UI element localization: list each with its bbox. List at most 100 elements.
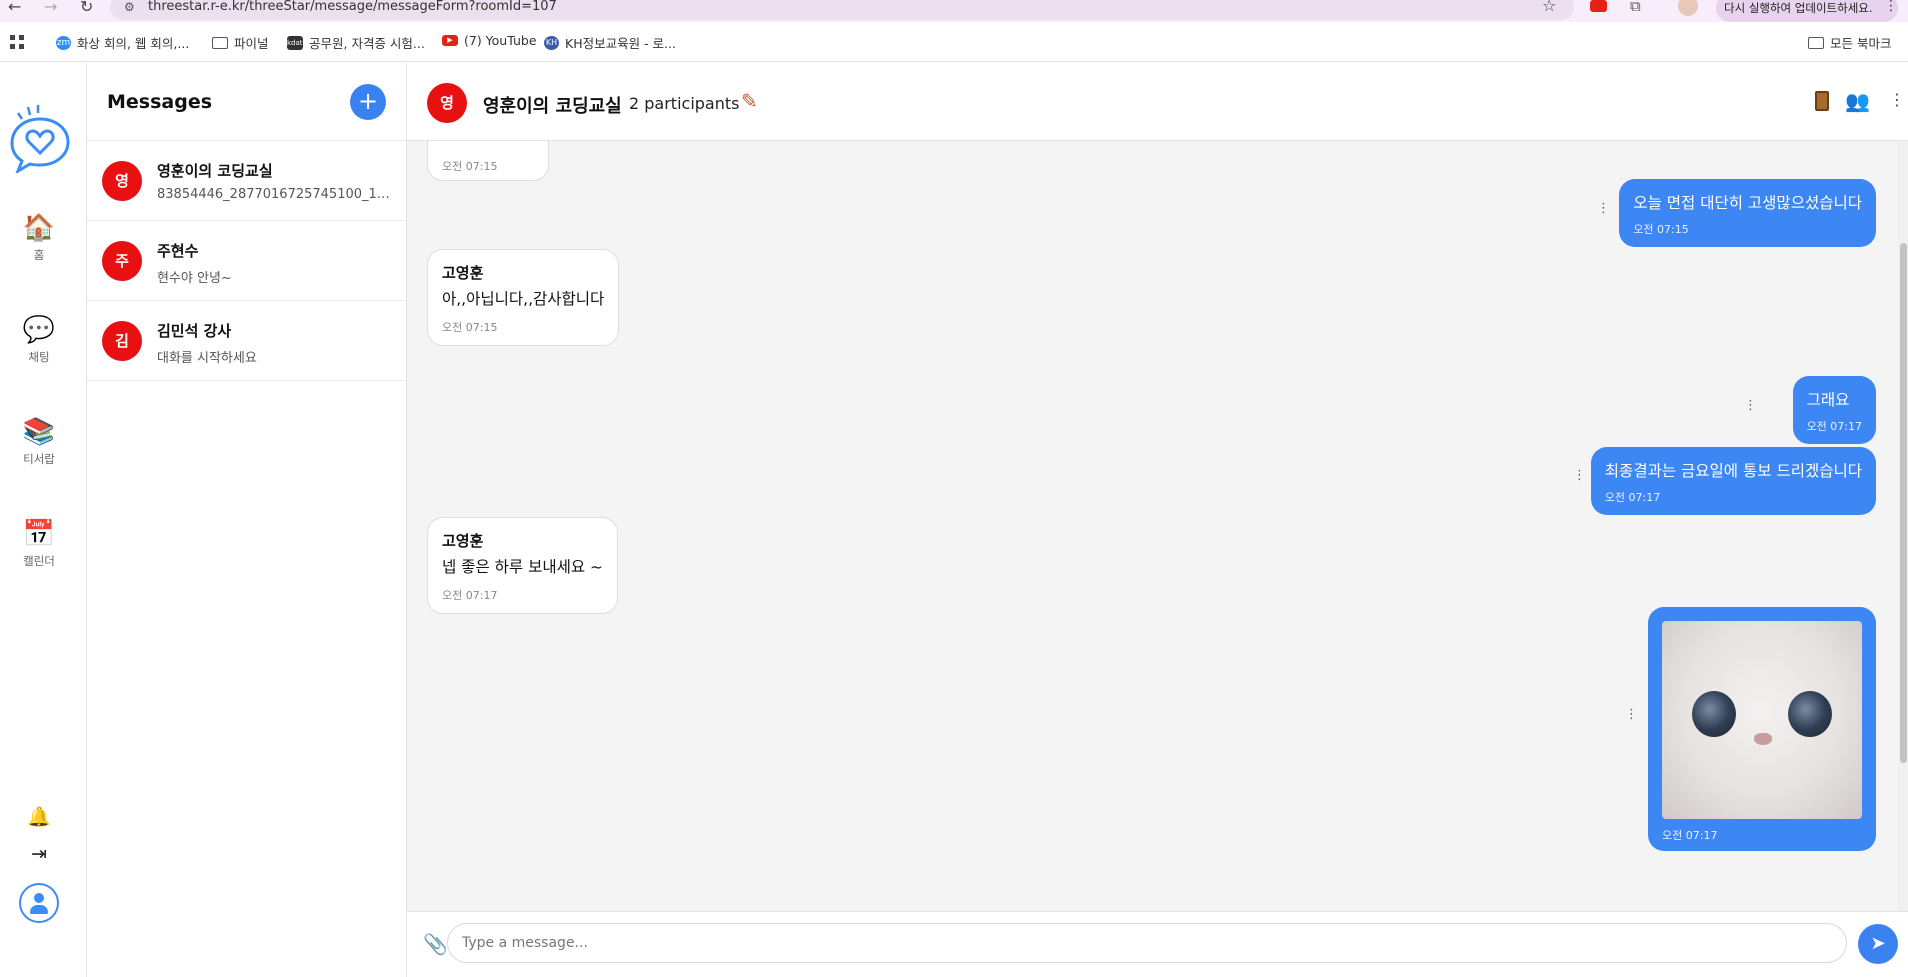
message-composer: 📎 ➤ [407,911,1908,977]
youtube-extension-icon[interactable] [1590,0,1607,12]
kh-icon: KH [544,35,559,50]
conversation-name: 김민석 강사 [157,322,232,340]
conversation-header: Messages + [87,63,407,141]
message-input[interactable] [447,923,1847,963]
rail-item-home[interactable]: 🏠 홈 [0,213,78,263]
message-text: 넵 좋은 하루 보내세요 ~ [442,558,604,576]
message-bubble-outgoing: 최종결과는 금요일에 통보 드리겠습니다 오전 07:17 [1590,447,1876,515]
back-icon[interactable]: ← [8,0,21,15]
message-time: 오전 07:17 [1604,491,1661,504]
message-list[interactable]: 오전 07:15 ⋮ 오늘 면접 대단히 고생많으셨습니다 오전 07:15 고… [407,141,1908,911]
conversation-preview: 현수야 안녕~ [157,271,232,286]
new-conversation-button[interactable]: + [350,84,386,120]
bookmark-folder-final[interactable]: 파이널 [212,33,269,52]
bell-icon[interactable]: 🔔 [0,805,78,828]
bookmark-label: 공무원, 자격증 시험... [309,36,425,51]
message-options-icon[interactable]: ⋮ [1597,201,1610,216]
rail-item-label: 채팅 [28,350,50,364]
leave-room-door-icon[interactable] [1815,91,1829,111]
bookmark-label: (7) YouTube [464,33,537,48]
scrollbar[interactable] [1898,141,1908,911]
rail-item-calendar[interactable]: 📅 캘린더 [0,519,78,569]
message-bubble-incoming: 고영훈 아,,아닙니다,,감사합니다 오전 07:15 [427,249,620,346]
edit-room-name-icon[interactable]: ✎ [741,89,758,113]
message-options-icon[interactable]: ⋮ [1625,707,1638,722]
message-options-icon[interactable]: ⋮ [1744,398,1757,413]
cat-eye-left [1692,691,1736,737]
forward-icon[interactable]: → [44,0,57,15]
participants-count[interactable]: 2 participants [629,94,739,113]
site-settings-icon[interactable]: ⚙ [124,1,135,13]
message-options-icon[interactable]: ⋮ [1573,468,1586,483]
message-time: 오전 07:15 [442,321,498,334]
profile-avatar[interactable] [1678,0,1698,16]
sender-name: 고영훈 [442,264,484,282]
home-icon: 🏠 [22,213,56,243]
apps-grid-icon[interactable] [10,35,24,49]
app-logo-icon[interactable] [4,101,76,173]
rail-item-drawer[interactable]: 📚 티서랍 [0,417,78,467]
message-text: 그래요 [1806,391,1850,409]
conversation-item[interactable]: 영 영훈이의 코딩교실 83854446_2877016725745100_17… [87,141,407,221]
cat-nose [1754,733,1772,745]
bookmark-kdata[interactable]: kdata 공무원, 자격증 시험... [287,33,425,52]
rail-item-label: 캘린더 [23,554,55,568]
chat-header: 영 영훈이의 코딩교실 2 participants ✎ 👥 ⋮ [407,63,1908,141]
bookmark-label: KH정보교육원 - 로... [565,36,676,51]
conversation-item[interactable]: 김 김민석 강사 대화를 시작하세요 [87,301,407,381]
bookmarks-bar: zm 화상 회의, 웹 회의,... 파이널 kdata 공무원, 자격증 시험… [0,22,1908,62]
bookmark-star-icon[interactable]: ☆ [1542,0,1556,14]
message-bubble-outgoing: 오늘 면접 대단히 고생많으셨습니다 오전 07:15 [1619,179,1876,247]
bookmark-label: 화상 회의, 웹 회의,... [77,36,190,51]
logout-icon[interactable]: ⇥ [0,843,78,865]
message-bubble-image: 오전 07:17 [1648,607,1876,851]
books-icon: 📚 [22,417,56,447]
chat-room-title: 영훈이의 코딩교실 [483,96,622,117]
kitten-photo[interactable] [1662,621,1862,819]
rail-item-label: 홈 [33,248,45,262]
avatar: 김 [102,321,142,361]
extensions-icon[interactable]: ⧉ [1630,0,1641,14]
message-time: 오전 07:15 [442,160,498,173]
sender-name: 고영훈 [442,532,484,550]
browser-menu-icon[interactable]: ⋮ [1884,0,1898,13]
url-text[interactable]: threestar.r-e.kr/threeStar/message/messa… [148,0,557,14]
user-profile-icon[interactable] [19,883,59,923]
bookmark-kh[interactable]: KH KH정보교육원 - 로... [544,33,676,52]
avatar: 영 [102,161,142,201]
message-text: 아,,아닙니다,,감사합니다 [442,290,605,308]
conversation-name: 주현수 [157,242,199,260]
bookmark-youtube[interactable]: ▶ (7) YouTube [442,33,537,48]
zoom-icon: zm [56,35,71,50]
more-options-icon[interactable]: ⋮ [1889,90,1905,109]
send-button[interactable]: ➤ [1858,924,1898,964]
all-bookmarks[interactable]: 모든 북마크 [1808,33,1891,52]
chat-icon: 💬 [22,315,56,345]
rail-item-label: 티서랍 [23,452,55,466]
folder-icon [212,36,228,49]
conversation-item[interactable]: 주 주현수 현수야 안녕~ [87,221,407,301]
message-bubble-outgoing: 그래요 오전 07:17 [1792,376,1876,444]
bookmark-label: 모든 북마크 [1830,36,1892,51]
update-button[interactable]: 다시 실행하여 업데이트하세요. [1716,0,1898,22]
message-text: 오늘 면접 대단히 고생많으셨습니다 [1633,194,1862,212]
message-time: 오전 07:17 [1806,420,1862,433]
panel-title: Messages [107,91,213,113]
bookmark-zoom[interactable]: zm 화상 회의, 웹 회의,... [56,33,189,52]
chat-window: 영 영훈이의 코딩교실 2 participants ✎ 👥 ⋮ 오전 07:1… [407,63,1908,977]
participants-icon[interactable]: 👥 [1845,89,1870,113]
youtube-icon: ▶ [442,35,458,46]
attach-file-icon[interactable]: 📎 [423,932,448,956]
bookmark-label: 파이널 [234,36,269,51]
calendar-icon: 📅 [22,519,56,549]
browser-toolbar: ← → ↻ ⚙ threestar.r-e.kr/threeStar/messa… [0,0,1908,22]
message-time: 오전 07:15 [1633,223,1689,236]
conversation-preview: 대화를 시작하세요 [157,351,257,366]
scrollbar-thumb[interactable] [1900,243,1907,763]
rail-item-chat[interactable]: 💬 채팅 [0,315,78,365]
message-bubble-incoming: 오전 07:15 [427,141,549,181]
message-bubble-incoming: 고영훈 넵 좋은 하루 보내세요 ~ 오전 07:17 [427,517,619,614]
cat-eye-right [1788,691,1832,737]
nav-rail: 🏠 홈 💬 채팅 📚 티서랍 📅 캘린더 🔔 ⇥ [0,63,87,977]
reload-icon[interactable]: ↻ [80,0,93,15]
